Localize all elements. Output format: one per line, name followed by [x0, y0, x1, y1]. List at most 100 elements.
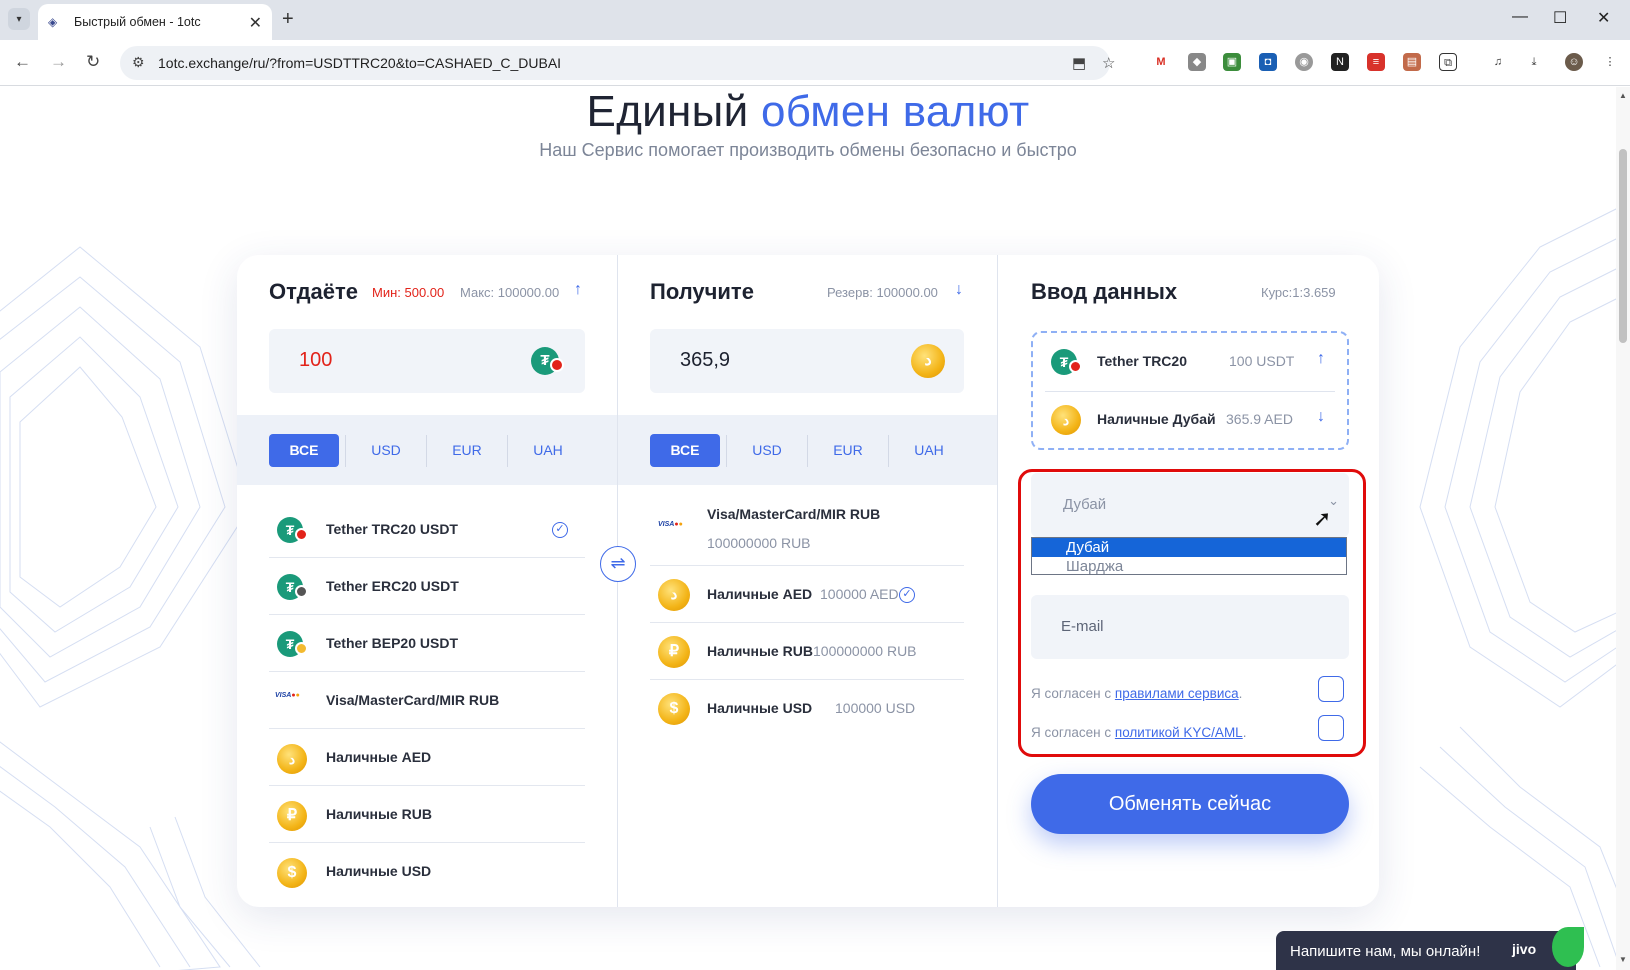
page-title: Единый обмен валют — [586, 87, 1030, 136]
extension-icon[interactable]: ≡ — [1367, 53, 1385, 71]
give-item-cash-rub[interactable]: ₽ Наличные RUB — [269, 786, 585, 843]
new-tab-button[interactable]: + — [282, 8, 294, 31]
agree-prefix: Я согласен с — [1031, 725, 1112, 740]
download-icon[interactable]: ⤓ — [1525, 53, 1543, 71]
minimize-icon[interactable]: — — [1512, 8, 1528, 26]
city-option[interactable]: Дубай — [1032, 538, 1346, 557]
tron-badge-icon — [550, 358, 564, 372]
item-name: Visa/MasterCard/MIR RUB — [326, 692, 500, 708]
max-amount-label: Макс: 100000.00 — [460, 285, 560, 300]
tab-close-icon[interactable]: ✕ — [249, 13, 262, 33]
give-filter-usd[interactable]: USD — [346, 434, 426, 467]
arrow-up-icon: ↑ — [1317, 350, 1325, 367]
receive-item-cash-aed[interactable]: د Наличные AED 100000 AED — [650, 566, 964, 623]
receive-filter-uah[interactable]: UAH — [889, 434, 969, 467]
dollar-coin-icon: $ — [658, 693, 690, 725]
email-field[interactable]: E-mail — [1031, 595, 1349, 659]
kyc-agreement: Я согласен с политикой KYC/AML. — [1031, 725, 1247, 740]
details-title: Ввод данных — [1031, 279, 1178, 304]
extension-icon[interactable]: ▣ — [1223, 53, 1241, 71]
tab-title: Быстрый обмен - 1otc — [74, 15, 201, 29]
reserve-label: Резерв: 100000.00 — [827, 285, 938, 300]
install-app-icon[interactable]: ⬒ — [1072, 54, 1086, 72]
item-name: Наличные USD — [326, 863, 432, 879]
chat-text: Напишите нам, мы онлайн! — [1290, 943, 1481, 960]
give-filter-bar: ВСЕ USD EUR UAH — [237, 415, 617, 485]
extension-icon[interactable]: ▤ — [1403, 53, 1421, 71]
receive-filter-bar: ВСЕ USD EUR UAH — [618, 415, 997, 485]
bookmark-star-icon[interactable]: ☆ — [1102, 54, 1115, 72]
arrow-up-icon: ↑ — [574, 281, 582, 298]
give-filter-eur[interactable]: EUR — [427, 434, 507, 467]
summary-from-amount: 100 USDT — [1229, 353, 1295, 369]
browser-tab[interactable]: ◈ Быстрый обмен - 1otc ✕ — [38, 4, 272, 40]
extension-icon[interactable]: ◉ — [1295, 53, 1313, 71]
receive-item-visa-mastercard[interactable]: VISA●● Visa/MasterCard/MIR RUB 100000000… — [650, 493, 964, 566]
back-arrow-icon[interactable]: ← — [14, 52, 31, 72]
city-option[interactable]: Шарджа — [1032, 557, 1346, 576]
extensions-puzzle-icon[interactable]: ⧉ — [1439, 53, 1457, 71]
item-name: Tether BEP20 USDT — [326, 635, 458, 651]
receive-filter-eur[interactable]: EUR — [808, 434, 888, 467]
address-bar[interactable]: ⚙ 1otc.exchange/ru/?from=USDTTRC20&to=CA… — [120, 46, 1115, 80]
give-amount-input[interactable]: 100 ₮ — [269, 329, 585, 393]
email-placeholder: E-mail — [1061, 618, 1104, 635]
receive-amount-input[interactable]: 365,9 د — [650, 329, 964, 393]
dirham-coin-icon: د — [1051, 405, 1081, 435]
receive-item-cash-usd[interactable]: $ Наличные USD 100000 USD — [650, 680, 964, 737]
live-chat-widget[interactable]: Напишите нам, мы онлайн! jivo — [1276, 927, 1584, 970]
exchange-now-button[interactable]: Обменять сейчас — [1031, 774, 1349, 834]
swap-direction-button[interactable]: ⇌ — [600, 546, 636, 582]
item-name: Наличные RUB — [707, 643, 813, 659]
item-name: Наличные RUB — [326, 806, 432, 822]
gmail-extension-icon[interactable]: M — [1152, 53, 1170, 71]
maximize-icon[interactable]: ☐ — [1553, 8, 1567, 28]
give-item-tether-bep20[interactable]: ₮ Tether BEP20 USDT — [269, 615, 585, 672]
rules-checkbox[interactable] — [1318, 676, 1344, 702]
tron-badge-icon — [1069, 360, 1082, 373]
reload-icon[interactable]: ↻ — [86, 52, 100, 72]
scroll-down-icon[interactable]: ▼ — [1619, 955, 1627, 964]
dirham-coin-icon: د — [911, 344, 945, 378]
dollar-coin-icon: $ — [277, 858, 307, 888]
summary-from-name: Tether TRC20 — [1097, 353, 1187, 369]
dirham-coin-icon: د — [658, 579, 690, 611]
site-favicon-icon: ◈ — [48, 15, 58, 29]
give-item-visa-mastercard[interactable]: VISA●● Visa/MasterCard/MIR RUB — [269, 672, 585, 729]
min-amount-label: Мин: 500.00 — [372, 285, 445, 300]
give-item-tether-erc20[interactable]: ₮ Tether ERC20 USDT — [269, 558, 585, 615]
agree-prefix: Я согласен с — [1031, 686, 1112, 701]
forward-arrow-icon[interactable]: → — [50, 52, 67, 72]
give-filter-all[interactable]: ВСЕ — [269, 434, 339, 467]
browser-menu-icon[interactable]: ⋮ — [1601, 53, 1619, 71]
give-item-tether-trc20[interactable]: ₮ Tether TRC20 USDT ✓ — [269, 501, 585, 558]
receive-item-cash-rub[interactable]: ₽ Наличные RUB 100000000 RUB — [650, 623, 964, 680]
site-info-icon[interactable]: ⚙ — [132, 54, 145, 71]
notion-extension-icon[interactable]: N — [1331, 53, 1349, 71]
window-close-icon[interactable]: ✕ — [1597, 8, 1610, 28]
browser-toolbar: ← → ↻ ⚙ 1otc.exchange/ru/?from=USDTTRC20… — [0, 40, 1630, 86]
summary-to-name: Наличные Дубай — [1097, 411, 1216, 427]
city-select[interactable]: Дубай ⌄ — [1031, 473, 1349, 537]
give-item-cash-usd[interactable]: $ Наличные USD — [269, 843, 585, 900]
mouse-cursor-icon: ➚ — [1313, 506, 1332, 531]
item-name: Tether ERC20 USDT — [326, 578, 459, 594]
kyc-aml-link[interactable]: политикой KYC/AML — [1115, 725, 1243, 740]
item-name: Visa/MasterCard/MIR RUB — [707, 506, 881, 522]
scroll-up-icon[interactable]: ▲ — [1619, 91, 1627, 100]
extension-icon[interactable]: ◘ — [1259, 53, 1277, 71]
receive-filter-all[interactable]: ВСЕ — [650, 434, 720, 467]
page-scrollbar[interactable]: ▲ ▼ — [1616, 87, 1630, 970]
give-item-cash-aed[interactable]: د Наличные AED — [269, 729, 585, 786]
selected-check-icon: ✓ — [899, 587, 915, 603]
media-control-icon[interactable]: ♫ — [1489, 53, 1507, 71]
page-subtitle: Наш Сервис помогает производить обмены б… — [539, 140, 1077, 160]
scrollbar-thumb[interactable] — [1619, 149, 1627, 343]
rules-link[interactable]: правилами сервиса — [1115, 686, 1239, 701]
receive-filter-usd[interactable]: USD — [727, 434, 807, 467]
give-filter-uah[interactable]: UAH — [508, 434, 588, 467]
profile-avatar[interactable]: ☺ — [1565, 53, 1583, 71]
extension-icon[interactable]: ◆ — [1188, 53, 1206, 71]
kyc-checkbox[interactable] — [1318, 715, 1344, 741]
tab-search-button[interactable]: ▾ — [8, 8, 30, 30]
